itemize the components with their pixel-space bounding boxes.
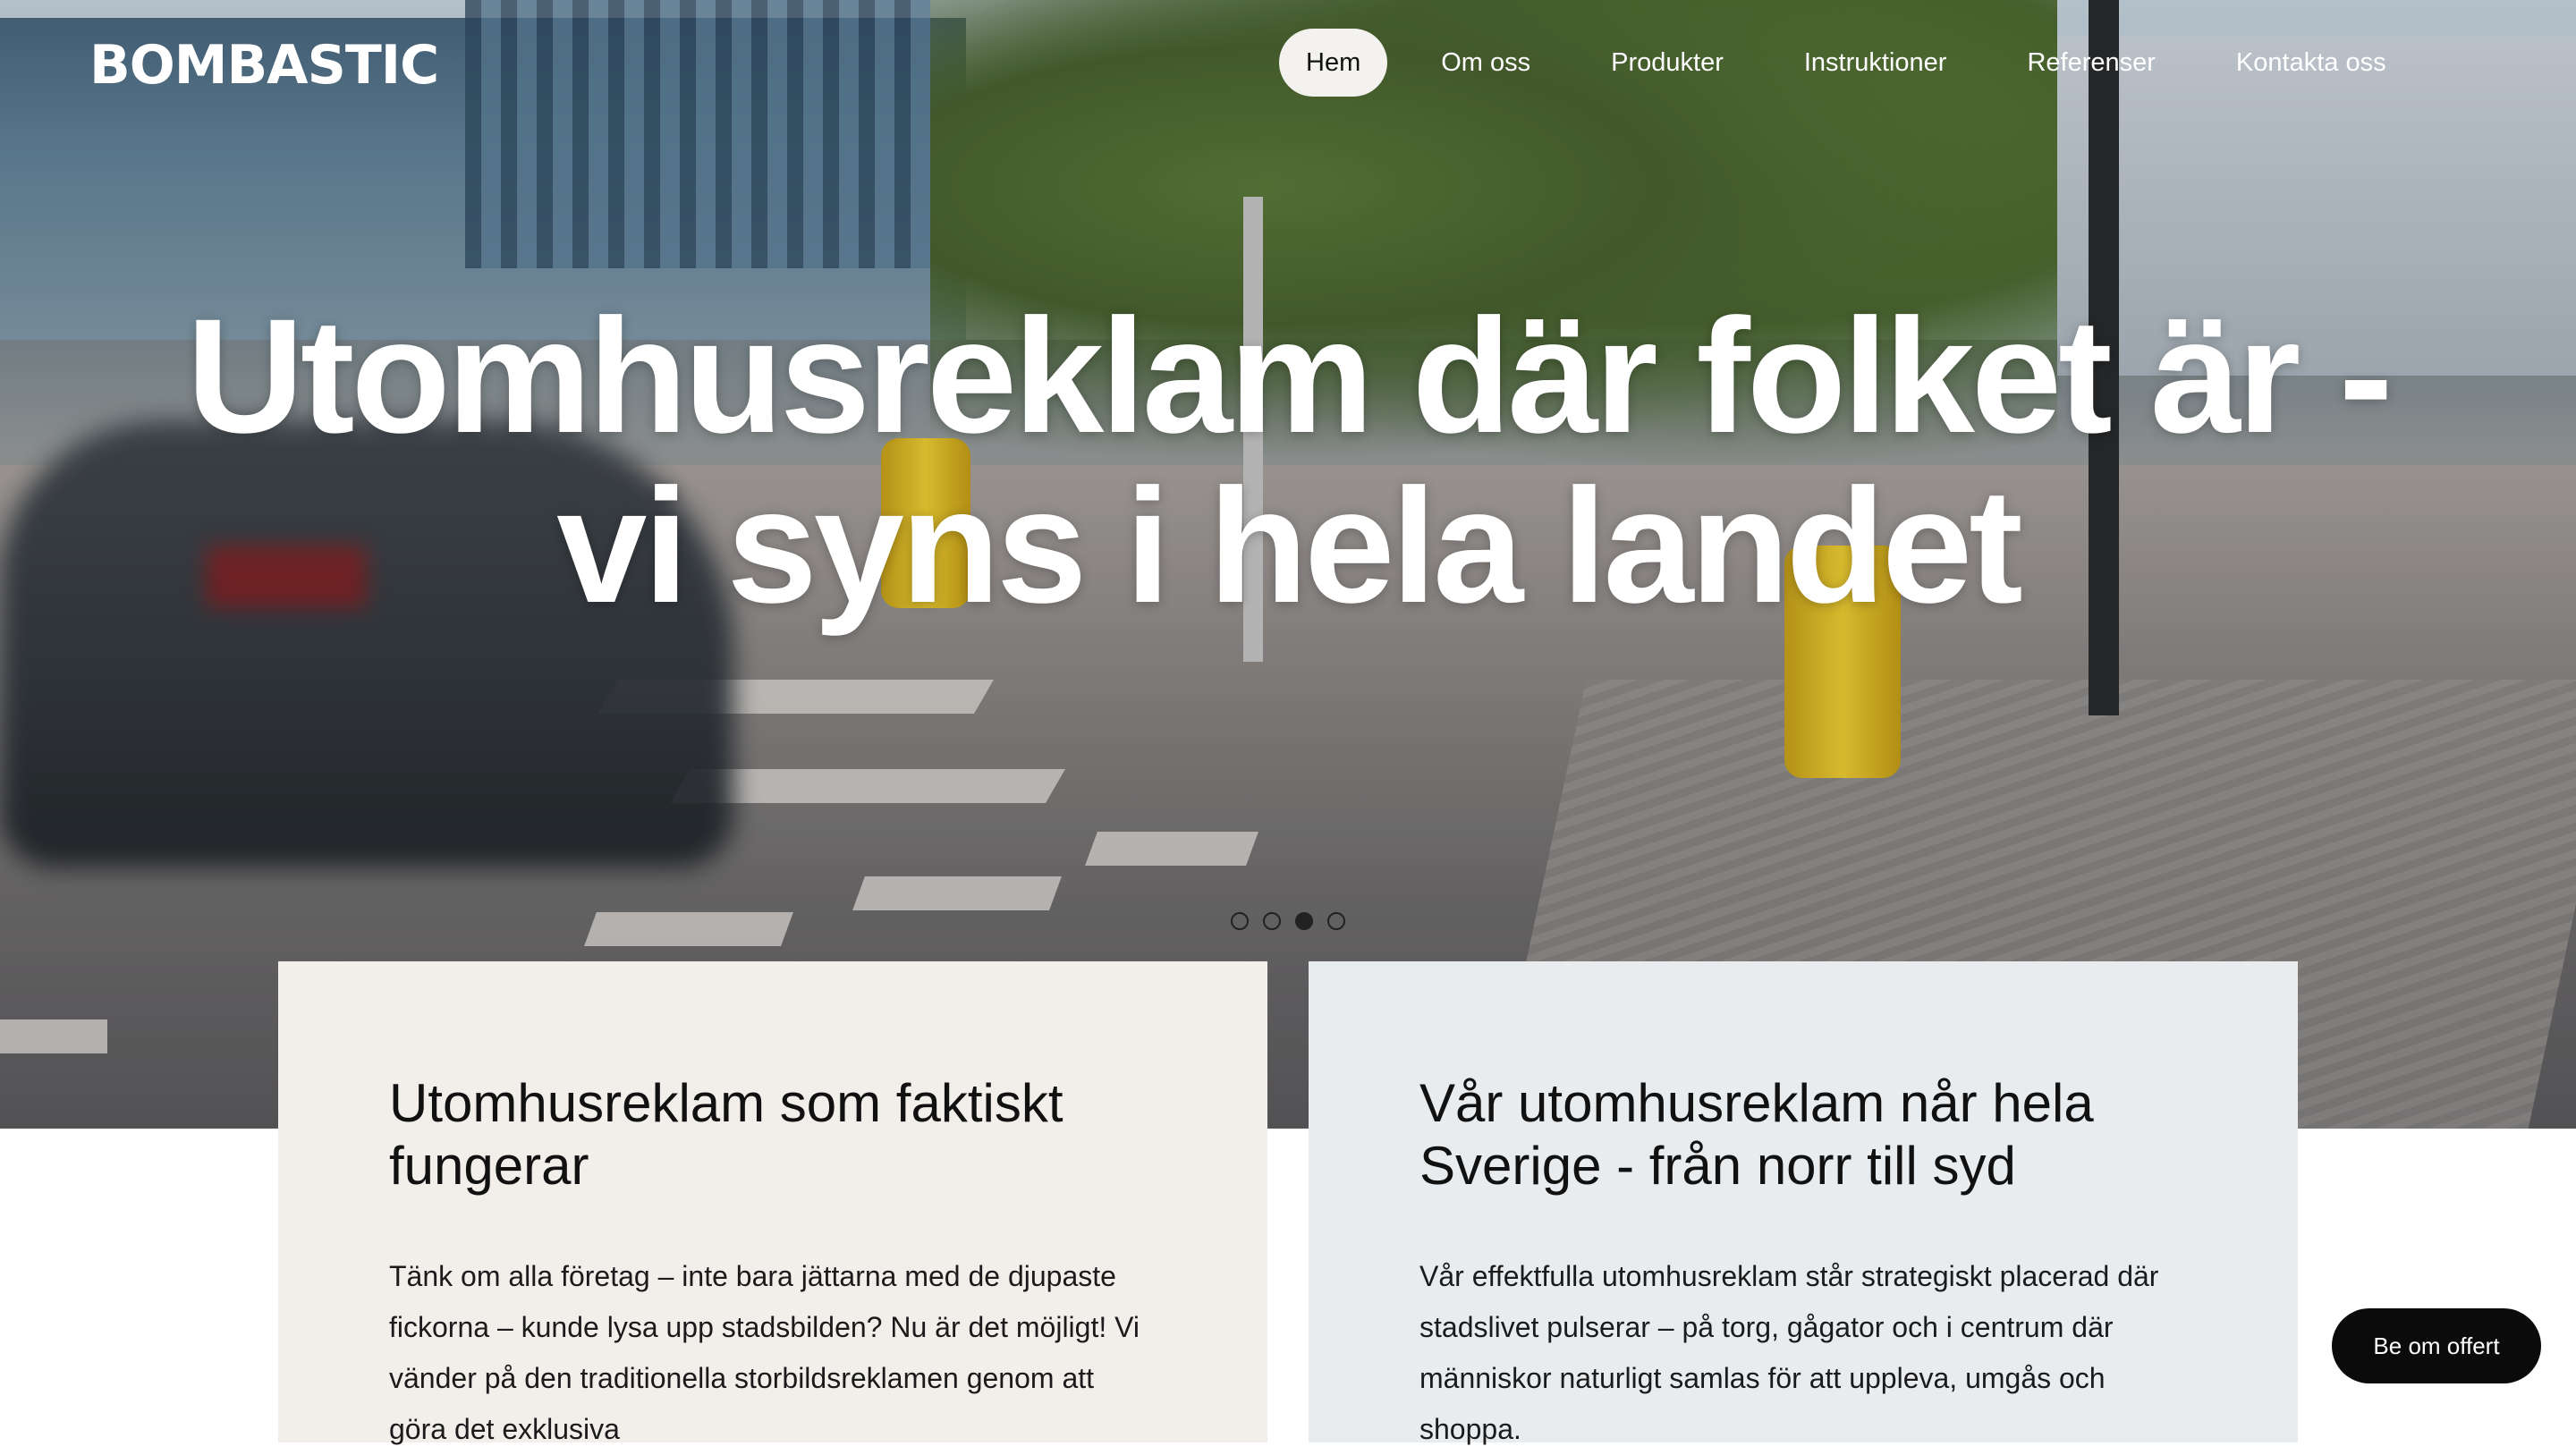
request-offer-button[interactable]: Be om offert xyxy=(2332,1308,2541,1383)
slider-dot-1[interactable] xyxy=(1231,912,1249,930)
main-navigation: Hem Om oss Produkter Instruktioner Refer… xyxy=(1279,29,2440,97)
slider-dot-2[interactable] xyxy=(1263,912,1281,930)
nav-item-produkter[interactable]: Produkter xyxy=(1584,29,1750,97)
site-logo[interactable]: BOMBASTIC xyxy=(89,34,439,97)
hero-title-line-1: Utomhusreklam där folket är - xyxy=(186,284,2393,467)
info-card-title: Vår utomhusreklam når hela Sverige - frå… xyxy=(1419,1073,2094,1196)
info-card-title: Utomhusreklam som faktiskt fungerar xyxy=(389,1073,1063,1196)
slider-dots xyxy=(1231,912,1360,930)
nav-item-kontakta-oss[interactable]: Kontakta oss xyxy=(2209,29,2413,97)
nav-item-instruktioner[interactable]: Instruktioner xyxy=(1777,29,1974,97)
hero-title-line-2: vi syns i hela landet xyxy=(556,454,2023,637)
hero-title: Utomhusreklam där folket är - vi syns i … xyxy=(0,291,2576,630)
info-card-effectiveness: Utomhusreklam som faktiskt fungerar Tänk… xyxy=(278,961,1267,1445)
nav-item-referenser[interactable]: Referenser xyxy=(2000,29,2182,97)
info-card-body: Tänk om alla företag – inte bara jättarn… xyxy=(389,1260,1140,1445)
slider-dot-3[interactable] xyxy=(1295,912,1313,930)
slider-dot-4[interactable] xyxy=(1327,912,1345,930)
nav-item-hem[interactable]: Hem xyxy=(1279,29,1388,97)
info-card-body: Vår effektfulla utomhusreklam står strat… xyxy=(1419,1260,2159,1445)
nav-item-om-oss[interactable]: Om oss xyxy=(1414,29,1557,97)
info-card-coverage: Vår utomhusreklam når hela Sverige - frå… xyxy=(1309,961,2298,1445)
